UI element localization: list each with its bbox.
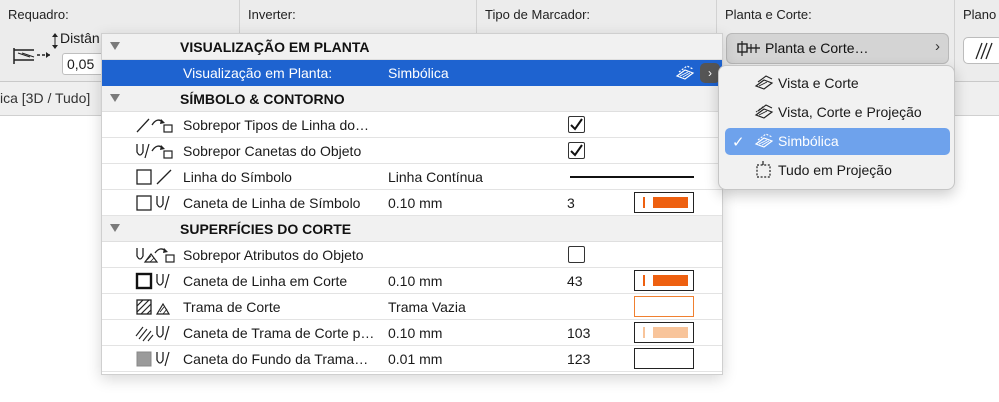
pen-color-fill bbox=[653, 197, 688, 208]
menu-item-label: Vista e Corte bbox=[778, 75, 859, 91]
floor-plan-display-icon bbox=[675, 65, 695, 80]
group-symbol-contour[interactable]: SÍMBOLO & CONTORNO bbox=[102, 86, 722, 112]
disclosure-triangle-icon[interactable] bbox=[110, 42, 120, 50]
override-attributes-icon bbox=[136, 248, 175, 263]
override-line-types-checkbox[interactable] bbox=[568, 116, 585, 133]
row-label: Sobrepor Canetas do Objeto bbox=[183, 143, 362, 159]
reframe-label: Requadro: bbox=[8, 7, 69, 22]
row-override-pens[interactable]: Sobrepor Canetas do Objeto bbox=[102, 138, 722, 164]
menu-item-symbolic[interactable]: ✓ Simbólica bbox=[725, 128, 950, 155]
pen-number[interactable]: 3 bbox=[567, 195, 575, 211]
floor-plan-display-menu: Vista e Corte Vista, Corte e Projeção ✓ … bbox=[718, 65, 955, 190]
pen-color-swatch[interactable] bbox=[634, 270, 694, 291]
plan-and-section-icon bbox=[737, 41, 760, 56]
view-context-text: ica [3D / Tudo] bbox=[0, 90, 91, 106]
plan-section-label: Planta e Corte: bbox=[725, 7, 812, 22]
symbolic-icon bbox=[754, 133, 774, 148]
group-cut-surfaces[interactable]: SUPERFÍCIES DO CORTE bbox=[102, 216, 722, 242]
row-label: Visualização em Planta: bbox=[183, 65, 333, 81]
row-override-attributes[interactable]: Sobrepor Atributos do Objeto bbox=[102, 242, 722, 268]
row-value: 0.10 mm bbox=[388, 195, 443, 211]
marker-type-label: Tipo de Marcador: bbox=[485, 7, 591, 22]
settings-panel: VISUALIZAÇÃO EM PLANTA Visualização em P… bbox=[101, 33, 723, 375]
override-line-types-icon bbox=[136, 118, 173, 133]
menu-item-view-and-section[interactable]: Vista e Corte bbox=[725, 70, 950, 97]
disclosure-triangle-icon[interactable] bbox=[110, 94, 120, 102]
reframe-icon[interactable] bbox=[12, 44, 52, 66]
row-label: Caneta de Trama de Corte p… bbox=[183, 325, 375, 341]
empty-fill-swatch[interactable] bbox=[634, 296, 694, 317]
view-section-projection-icon bbox=[754, 104, 774, 119]
row-label: Caneta de Linha de Símbolo bbox=[183, 195, 361, 211]
row-label: Sobrepor Tipos de Linha do… bbox=[183, 117, 370, 133]
cut-fill-pen-icon bbox=[135, 325, 170, 342]
row-cut-fill-pen[interactable]: Caneta de Trama de Corte p… 0.10 mm 103 bbox=[102, 320, 722, 346]
row-value: 0.01 mm bbox=[388, 351, 443, 367]
row-cut-line-pen[interactable]: Caneta de Linha em Corte 0.10 mm 43 bbox=[102, 268, 722, 294]
menu-item-label: Tudo em Projeção bbox=[778, 162, 892, 178]
checkmark-icon bbox=[570, 144, 583, 157]
selected-checkmark-icon: ✓ bbox=[732, 134, 745, 151]
symbol-line-pen-icon bbox=[136, 195, 170, 211]
row-label: Caneta de Linha em Corte bbox=[183, 273, 348, 289]
pen-color-fill bbox=[653, 327, 688, 338]
row-value[interactable]: Trama Vazia bbox=[388, 299, 466, 315]
row-label: Caneta do Fundo da Trama… bbox=[183, 351, 369, 367]
group-title: SÍMBOLO & CONTORNO bbox=[180, 91, 345, 107]
disclosure-triangle-icon[interactable] bbox=[110, 224, 120, 232]
group-title: VISUALIZAÇÃO EM PLANTA bbox=[180, 39, 370, 55]
row-symbol-line[interactable]: Linha do Símbolo Linha Contínua bbox=[102, 164, 722, 190]
submenu-arrow-icon: › bbox=[935, 38, 940, 55]
menu-item-label: Vista, Corte e Projeção bbox=[778, 104, 922, 120]
row-symbol-line-pen[interactable]: Caneta de Linha de Símbolo 0.10 mm 3 bbox=[102, 190, 722, 216]
row-label: Linha do Símbolo bbox=[183, 169, 292, 185]
distance-arrows-icon bbox=[52, 33, 58, 49]
plan-and-section-button-label: Planta e Corte… bbox=[765, 40, 869, 56]
pen-number[interactable]: 103 bbox=[567, 325, 590, 341]
pen-color-swatch[interactable] bbox=[634, 322, 694, 343]
row-value: 0.10 mm bbox=[388, 273, 443, 289]
row-label: Sobrepor Atributos do Objeto bbox=[183, 247, 364, 263]
menu-item-label: Simbólica bbox=[778, 133, 839, 149]
menu-item-all-projected[interactable]: Tudo em Projeção bbox=[725, 157, 950, 184]
view-and-section-icon bbox=[754, 75, 774, 90]
menu-item-view-section-projection[interactable]: Vista, Corte e Projeção bbox=[725, 99, 950, 126]
chevron-right-icon[interactable]: › bbox=[700, 63, 720, 83]
plane-button[interactable] bbox=[963, 37, 999, 64]
pen-weight-tick bbox=[643, 197, 645, 208]
group-title: SUPERFÍCIES DO CORTE bbox=[180, 221, 352, 237]
row-value[interactable]: Simbólica bbox=[388, 65, 449, 81]
checkmark-icon bbox=[570, 118, 583, 131]
row-label: Trama de Corte bbox=[183, 299, 281, 315]
fill-background-pen-icon bbox=[136, 351, 170, 367]
pen-number[interactable]: 43 bbox=[567, 273, 583, 289]
distance-label: Distân bbox=[60, 30, 100, 46]
symbol-line-icon bbox=[136, 169, 172, 185]
pen-weight-tick bbox=[643, 275, 645, 286]
pen-color-fill bbox=[653, 275, 688, 286]
override-pens-icon bbox=[136, 143, 173, 159]
plane-icon bbox=[975, 42, 993, 60]
plan-and-section-button[interactable]: Planta e Corte… › bbox=[726, 33, 949, 64]
pen-number[interactable]: 123 bbox=[567, 351, 590, 367]
pen-weight-tick bbox=[643, 327, 645, 338]
cut-fill-icon bbox=[136, 299, 171, 315]
cut-line-pen-icon bbox=[135, 272, 170, 290]
plane-label: Plano bbox=[963, 7, 997, 22]
override-attributes-checkbox[interactable] bbox=[568, 246, 585, 263]
row-cut-fill[interactable]: Trama de Corte Trama Vazia bbox=[102, 294, 722, 320]
row-floor-plan-display[interactable]: Visualização em Planta: Simbólica › bbox=[102, 60, 722, 86]
pen-color-swatch[interactable] bbox=[634, 348, 694, 369]
solid-line-swatch[interactable] bbox=[570, 176, 694, 178]
row-override-line-types[interactable]: Sobrepor Tipos de Linha do… bbox=[102, 112, 722, 138]
group-floor-plan-display[interactable]: VISUALIZAÇÃO EM PLANTA bbox=[102, 34, 722, 60]
all-projected-icon bbox=[756, 161, 771, 178]
invert-label: Inverter: bbox=[248, 7, 296, 22]
row-value[interactable]: Linha Contínua bbox=[388, 169, 483, 185]
override-pens-checkbox[interactable] bbox=[568, 142, 585, 159]
pen-color-swatch[interactable] bbox=[634, 192, 694, 213]
row-fill-background-pen[interactable]: Caneta do Fundo da Trama… 0.01 mm 123 bbox=[102, 346, 722, 372]
row-value: 0.10 mm bbox=[388, 325, 443, 341]
